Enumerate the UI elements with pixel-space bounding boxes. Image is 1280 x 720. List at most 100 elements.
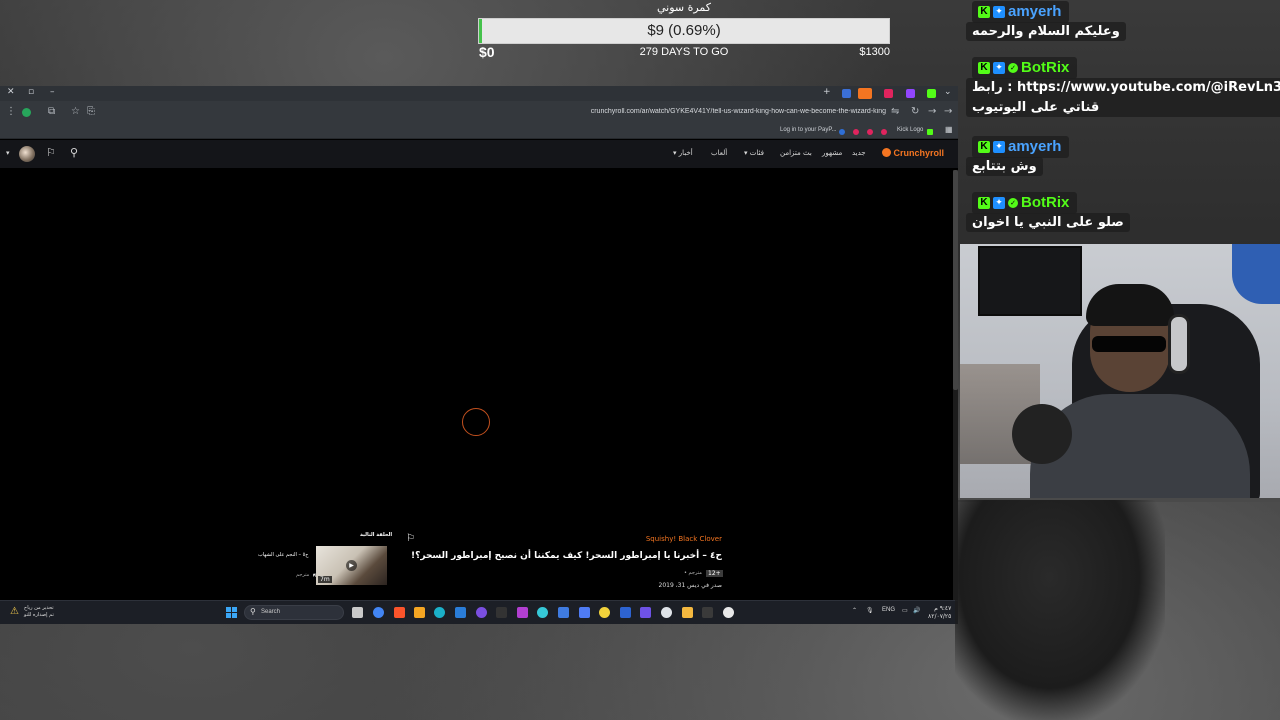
bookmark-icon[interactable]: ⚐ xyxy=(46,146,56,159)
donation-goal-widget: كمرة سوني $9 (0.69%) $0 279 DAYS TO GO $… xyxy=(478,0,890,62)
goal-progress-bar: $9 (0.69%) xyxy=(478,18,890,44)
tab-icon-kick[interactable] xyxy=(927,89,936,98)
app-icon-cyan[interactable] xyxy=(537,607,548,618)
nav-new[interactable]: جديد xyxy=(852,149,866,157)
back-icon[interactable]: → xyxy=(944,106,952,117)
goal-amount: $9 (0.69%) xyxy=(647,22,721,39)
weather-warning-text[interactable]: تحذير من رياح تم إصداره للتو xyxy=(24,605,54,619)
webcam-headset xyxy=(1168,314,1190,374)
next-episode-subtitle-info: مترجم xyxy=(296,572,310,578)
network-icon[interactable]: ▭ xyxy=(902,607,908,614)
next-episode-bookmark-icon[interactable]: ⚐ xyxy=(406,533,415,544)
url-field[interactable]: crunchyroll.com/ar/watch/GYKE4V41Y/tell-… xyxy=(540,108,886,115)
windows-start-icon[interactable] xyxy=(226,607,237,618)
kick-badge-icon: K xyxy=(978,141,990,153)
bookmark-icon-red-3[interactable] xyxy=(881,129,887,135)
close-window-icon[interactable]: ✕ xyxy=(7,87,15,97)
profile-dropdown-chevron-icon[interactable]: ▾ xyxy=(6,149,10,157)
app-icon-photos[interactable] xyxy=(620,607,631,618)
settings-gear-icon[interactable] xyxy=(661,607,672,618)
video-player[interactable]: ↖ xyxy=(0,168,958,600)
weather-warning-icon[interactable]: ⚠ xyxy=(10,606,19,617)
bookmark-icon-kick[interactable] xyxy=(927,129,933,135)
chat-username: BotRix xyxy=(1021,194,1070,211)
browser-window: ✕ ▫ – + ⌄ ⋮ ⧉ ☆ ⎘ crunchyroll.com/ar/wat… xyxy=(0,86,958,600)
chrome-icon[interactable] xyxy=(373,607,384,618)
app-icon-dark[interactable] xyxy=(496,607,507,618)
forward-icon[interactable]: → xyxy=(928,106,936,117)
webcam-streamer-hair xyxy=(1086,284,1174,326)
chat-message-text: رابط : https://www.youtube.com/@iRevLn38… xyxy=(966,78,1280,117)
tab-icon-twitch[interactable] xyxy=(906,89,915,98)
bookmark-icon-red-1[interactable] xyxy=(853,129,859,135)
microphone-icon[interactable]: 🎙 xyxy=(866,607,874,614)
bookmark-paypal[interactable]: Log in to your PayP... xyxy=(780,127,837,133)
webcam-tv xyxy=(978,246,1082,316)
profile-icon[interactable] xyxy=(22,108,31,117)
episode-series-link[interactable]: Squishy! Black Clover xyxy=(646,535,722,543)
app-icon-blue[interactable] xyxy=(558,607,569,618)
taskbar-search-input[interactable]: ⚲ Search xyxy=(244,605,344,620)
star-bookmark-icon[interactable]: ☆ xyxy=(71,106,80,117)
language-indicator[interactable]: ENG xyxy=(882,607,895,613)
minimize-window-icon[interactable]: – xyxy=(50,87,55,97)
volume-icon[interactable]: 🔊 xyxy=(913,607,920,614)
task-view-icon[interactable] xyxy=(352,607,363,618)
bookmarks-folder-icon[interactable]: ▦ xyxy=(945,125,953,134)
app-icon-tool[interactable] xyxy=(702,607,713,618)
store-icon[interactable] xyxy=(455,607,466,618)
chat-username: amyerh xyxy=(1008,3,1062,20)
clock-time: ٩:٤٧ م xyxy=(934,605,952,612)
nav-news[interactable]: ▾ أخبار xyxy=(673,149,693,157)
tray-chevron-icon[interactable]: ⌃ xyxy=(852,607,857,614)
chat-overlay: K ✦ amyerh وعليكم السلام والرحمه K ✦ ✓ BotRix… xyxy=(960,0,1280,244)
chat-username: amyerh xyxy=(1008,138,1062,155)
file-explorer-icon[interactable] xyxy=(682,607,693,618)
tab-icon-chrome[interactable] xyxy=(842,89,851,98)
nav-simulcast[interactable]: بث متزامن xyxy=(780,149,812,157)
edge-icon[interactable] xyxy=(434,607,445,618)
taskbar-clock[interactable]: ٩:٤٧ م ٨٢/٠٧/٢٥ xyxy=(928,605,951,621)
bookmark-kick-logo[interactable]: Kick Logo xyxy=(897,127,923,133)
webcam-microphone xyxy=(1012,404,1072,464)
maximize-window-icon[interactable]: ▫ xyxy=(28,87,34,97)
bookmark-icon-red-2[interactable] xyxy=(867,129,873,135)
crunchyroll-logo[interactable]: Crunchyroll xyxy=(882,148,944,158)
site-info-icon[interactable]: ⇋ xyxy=(891,106,899,117)
nav-news-label: أخبار xyxy=(678,149,693,157)
app-icon-purple[interactable] xyxy=(476,607,487,618)
chat-username: BotRix xyxy=(1021,59,1070,76)
reload-icon[interactable]: ↻ xyxy=(911,106,919,117)
app-icon-orange[interactable] xyxy=(414,607,425,618)
next-episode-title[interactable]: ح٥ – النجم على الشهاب xyxy=(258,552,308,558)
weather-warning-line2: تم إصداره للتو xyxy=(24,612,54,618)
search-icon[interactable]: ⚲ xyxy=(70,146,78,159)
nav-popular[interactable]: مشهور xyxy=(822,149,842,157)
brave-icon[interactable] xyxy=(394,607,405,618)
puzzle-icon[interactable]: ⧉ xyxy=(48,106,55,117)
share-icon[interactable]: ⎘ xyxy=(87,106,95,117)
bookmark-icon-blue[interactable] xyxy=(839,129,845,135)
tab-icon-youtube[interactable] xyxy=(884,89,893,98)
nav-categories[interactable]: ▾ فئات xyxy=(744,149,764,157)
nav-games[interactable]: ألعاب xyxy=(711,149,727,157)
avatar[interactable] xyxy=(19,146,35,162)
play-icon: ▶ xyxy=(346,560,357,571)
chat-message-header: K ✦ amyerh xyxy=(972,136,1070,158)
app-icon-magenta[interactable] xyxy=(517,607,528,618)
scrollbar-thumb[interactable] xyxy=(953,170,958,390)
app-icon-violet[interactable] xyxy=(640,607,651,618)
chat-message-header: K ✦ ✓ BotRix xyxy=(972,192,1078,214)
subtitle-info: • مترجم xyxy=(684,570,702,576)
discord-icon[interactable] xyxy=(579,607,590,618)
tab-search-chevron-icon[interactable]: ⌄ xyxy=(944,87,952,97)
app-icon-steam[interactable] xyxy=(723,607,734,618)
chat-message-text: صلو على النبي يا اخوان xyxy=(966,213,1130,232)
app-icon-yellow[interactable] xyxy=(599,607,610,618)
verified-badge-icon: ✓ xyxy=(1008,63,1018,73)
new-tab-icon[interactable]: + xyxy=(823,87,831,97)
tab-icon-crunchyroll-active[interactable] xyxy=(858,88,872,99)
verified-badge-icon: ✓ xyxy=(1008,198,1018,208)
next-episode-thumbnail[interactable]: ▶ 7m xyxy=(316,546,387,585)
extensions-menu-icon[interactable]: ⋮ xyxy=(6,106,16,117)
